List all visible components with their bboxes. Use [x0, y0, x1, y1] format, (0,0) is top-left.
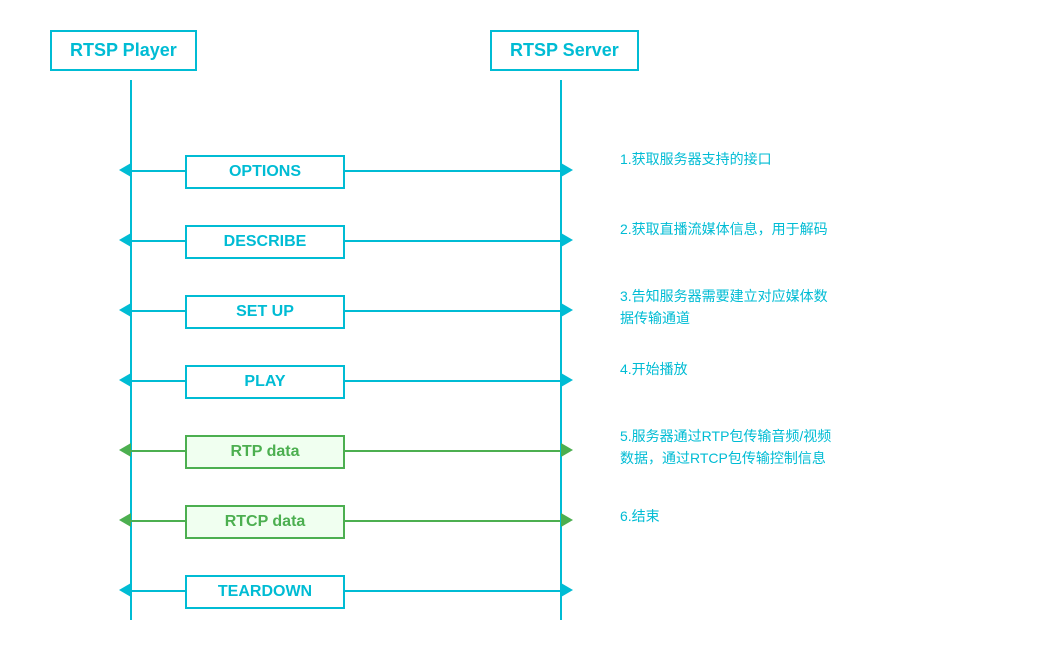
entity-left-label: RTSP Player: [70, 40, 177, 60]
arrow-right-4: [561, 443, 573, 457]
entity-left-box: RTSP Player: [50, 30, 197, 71]
msg-box-5: RTCP data: [185, 505, 345, 539]
arrow-right-5: [561, 513, 573, 527]
arrow-left-2: [119, 303, 131, 317]
annotation-1: 2.获取直播流媒体信息，用于解码: [620, 218, 1000, 240]
arrow-left-6: [119, 583, 131, 597]
annotation-5: 6.结束: [620, 505, 1000, 527]
arrow-right-2: [561, 303, 573, 317]
annotation-4: 5.服务器通过RTP包传输音频/视频 数据，通过RTCP包传输控制信息: [620, 425, 1000, 470]
arrow-left-1: [119, 233, 131, 247]
diagram-container: RTSP Player RTSP Server OPTIONS DESCRIBE S…: [0, 0, 1060, 650]
arrow-left-5: [119, 513, 131, 527]
annotation-3: 4.开始播放: [620, 358, 1000, 380]
arrow-right-6: [561, 583, 573, 597]
msg-box-6: TEARDOWN: [185, 575, 345, 609]
arrow-left-3: [119, 373, 131, 387]
entity-right-label: RTSP Server: [510, 40, 619, 60]
arrow-right-3: [561, 373, 573, 387]
arrow-left-0: [119, 163, 131, 177]
vline-left: [130, 80, 132, 620]
arrow-left-4: [119, 443, 131, 457]
msg-box-4: RTP data: [185, 435, 345, 469]
entity-right-box: RTSP Server: [490, 30, 639, 71]
annotation-0: 1.获取服务器支持的接口: [620, 148, 1000, 170]
msg-box-2: SET UP: [185, 295, 345, 329]
arrow-right-1: [561, 233, 573, 247]
vline-right: [560, 80, 562, 620]
arrow-right-0: [561, 163, 573, 177]
msg-box-1: DESCRIBE: [185, 225, 345, 259]
annotation-2: 3.告知服务器需要建立对应媒体数 据传输通道: [620, 285, 1000, 330]
msg-box-3: PLAY: [185, 365, 345, 399]
msg-box-0: OPTIONS: [185, 155, 345, 189]
